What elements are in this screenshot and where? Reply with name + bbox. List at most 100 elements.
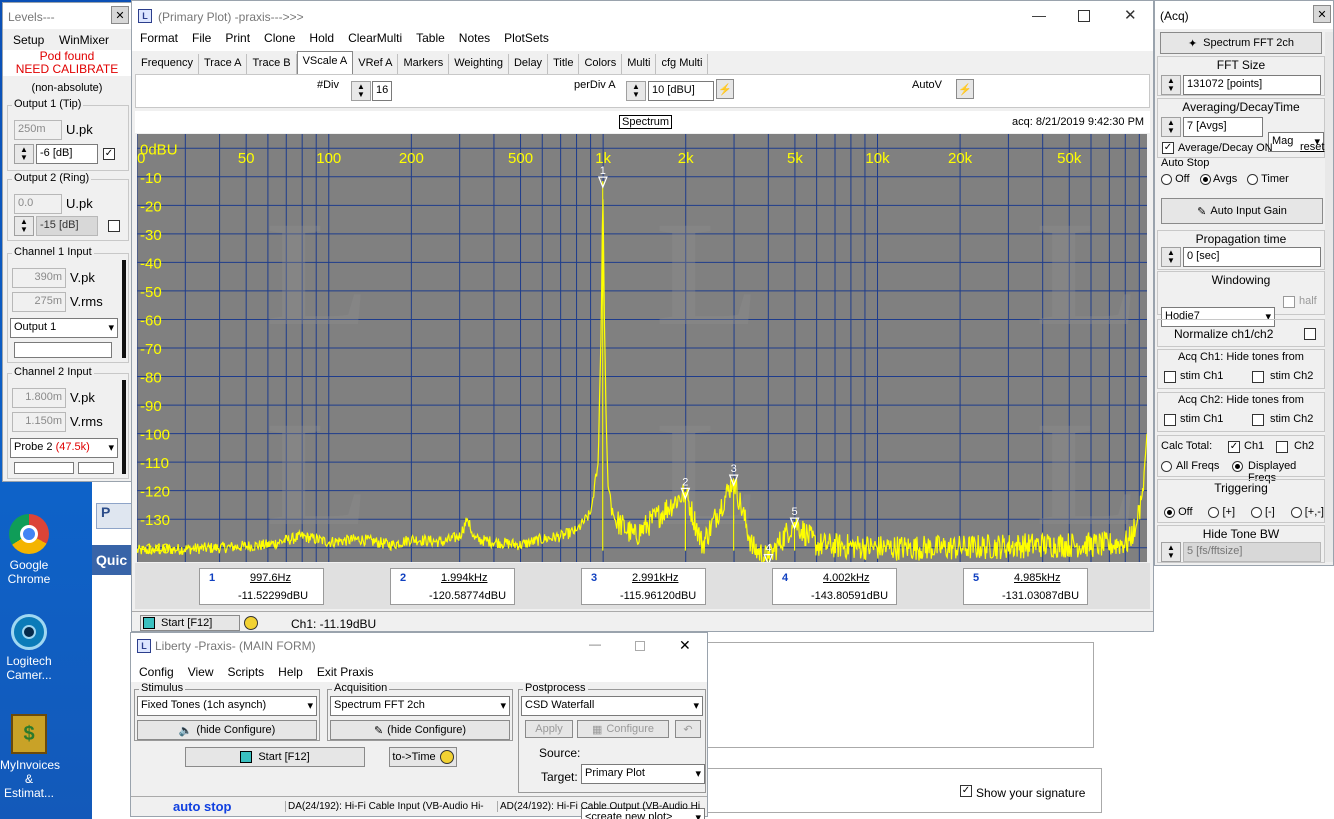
menu-notes[interactable]: Notes <box>459 31 490 51</box>
marker-readout-cell[interactable]: 4 4.002kHz -143.80591dBU <box>772 568 897 605</box>
perdiv-field[interactable]: 10 [dBU] <box>648 81 714 101</box>
marker-readout-cell[interactable]: 5 4.985kHz -131.03087dBU <box>963 568 1088 605</box>
menu-config[interactable]: Config <box>139 665 174 682</box>
fft-size-spinner[interactable]: ▲ ▼ <box>1161 75 1181 95</box>
acquisition-select[interactable]: Spectrum FFT 2ch <box>330 696 510 716</box>
hide-ch2-stim2-checkbox[interactable] <box>1252 414 1264 426</box>
prop-spinner[interactable]: ▲ ▼ <box>1161 247 1181 267</box>
output1-level-field[interactable]: -6 [dB] <box>36 144 98 164</box>
avg-on-checkbox[interactable]: ✓ <box>1162 142 1174 154</box>
start-button[interactable]: Start [F12] <box>140 615 240 631</box>
source-select[interactable]: Primary Plot <box>581 764 705 784</box>
avg-spinner[interactable]: ▲ ▼ <box>1161 117 1181 137</box>
marker-readout-cell[interactable]: 1 997.6Hz -11.52299dBU <box>199 568 324 605</box>
trigger-both-option[interactable]: [+,-] <box>1290 506 1324 518</box>
calc-ch1-checkbox[interactable]: ✓ <box>1228 441 1240 453</box>
background-textarea[interactable] <box>700 642 1094 748</box>
close-icon[interactable]: ✕ <box>111 6 129 24</box>
tab-vref-a[interactable]: VRef A <box>353 54 399 74</box>
menu-exit[interactable]: Exit Praxis <box>317 665 374 682</box>
reset-link[interactable]: reset <box>1300 141 1324 153</box>
maximize-icon[interactable] <box>1078 10 1090 22</box>
trigger-off-radio[interactable] <box>1164 506 1175 518</box>
all-freqs-radio[interactable] <box>1161 461 1172 472</box>
minimize-icon[interactable]: — <box>589 637 601 651</box>
hidebw-spinner[interactable]: ▲ ▼ <box>1161 542 1181 562</box>
tab-title[interactable]: Title <box>548 54 580 74</box>
perdiv-apply-button[interactable]: ⚡ <box>716 79 734 99</box>
tab-colors[interactable]: Colors <box>579 54 623 74</box>
marker-readout-cell[interactable]: 2 1.994kHz -120.58774dBU <box>390 568 515 605</box>
tab-frequency[interactable]: Frequency <box>136 54 199 74</box>
apply-button[interactable]: Apply <box>525 720 573 738</box>
autostop-timer-option[interactable]: Timer <box>1247 173 1289 185</box>
output1-spinner[interactable]: ▲ ▼ <box>14 144 34 164</box>
logitech-desktop-icon[interactable]: Logitech Camer... <box>0 612 58 694</box>
half-checkbox[interactable] <box>1283 296 1295 308</box>
maximize-icon[interactable] <box>635 641 645 651</box>
hidebw-field[interactable]: 5 [fs/fftsize] <box>1183 542 1321 562</box>
main-start-button[interactable]: Start [F12] <box>185 747 365 767</box>
configure-button[interactable]: ▦ Configure <box>577 720 669 738</box>
chrome-desktop-icon[interactable]: Google Chrome <box>0 512 58 594</box>
auto-input-gain-button[interactable]: ✎ Auto Input Gain <box>1161 198 1323 224</box>
menu-view[interactable]: View <box>188 665 214 682</box>
trigger-both-radio[interactable] <box>1290 506 1302 518</box>
ndiv-spinner[interactable]: ▲ ▼ <box>351 81 371 101</box>
tab-vscale-a[interactable]: VScale A <box>296 51 354 74</box>
myinvoices-desktop-icon[interactable]: $ MyInvoices & Estimat... <box>0 712 60 800</box>
spectrum-plot-svg[interactable]: LLLLLL20501002005001k2k5k10k20k50k0dBU-1… <box>137 134 1147 562</box>
spectrum-fft-button[interactable]: ✦ Spectrum FFT 2ch <box>1160 32 1322 54</box>
tab-trace-a[interactable]: Trace A <box>199 54 248 74</box>
minimize-icon[interactable]: — <box>1032 7 1046 23</box>
spectrum-chart[interactable]: LLLLLL20501002005001k2k5k10k20k50k0dBU-1… <box>137 134 1147 562</box>
tab-cfg-multi[interactable]: cfg Multi <box>656 54 709 74</box>
menu-plotsets[interactable]: PlotSets <box>504 31 549 51</box>
output2-spinner[interactable]: ▲ ▼ <box>14 216 34 236</box>
acquisition-hide-configure-button[interactable]: ✎ (hide Configure) <box>330 720 510 740</box>
avg-field[interactable]: 7 [Avgs] <box>1183 117 1263 137</box>
trigger-minus-option[interactable]: [-] <box>1250 506 1275 518</box>
autostop-avgs-option[interactable]: Avgs <box>1199 173 1237 185</box>
tab-delay[interactable]: Delay <box>509 54 549 74</box>
postprocess-select[interactable]: CSD Waterfall <box>521 696 703 716</box>
menu-format[interactable]: Format <box>140 31 178 51</box>
ndiv-field[interactable]: 16 <box>372 81 392 101</box>
trigger-plus-option[interactable]: [+] <box>1208 506 1235 518</box>
menu-file[interactable]: File <box>192 31 211 51</box>
autostop-off-radio[interactable] <box>1161 173 1172 185</box>
menu-help[interactable]: Help <box>278 665 303 682</box>
menu-scripts[interactable]: Scripts <box>227 665 264 682</box>
output2-enable-checkbox[interactable] <box>108 220 120 232</box>
tab-trace-b[interactable]: Trace B <box>247 54 297 74</box>
levels-menu-setup[interactable]: Setup <box>13 33 44 47</box>
close-icon[interactable]: ✕ <box>1313 5 1331 23</box>
trigger-minus-radio[interactable] <box>1250 506 1262 518</box>
stimulus-hide-configure-button[interactable]: 🔈 (hide Configure) <box>137 720 317 740</box>
tab-multi[interactable]: Multi <box>622 54 657 74</box>
output2-level-field[interactable]: -15 [dB] <box>36 216 98 236</box>
tab-weighting[interactable]: Weighting <box>449 54 509 74</box>
close-icon[interactable]: ✕ <box>1124 6 1137 24</box>
hide-ch2-stim1-checkbox[interactable] <box>1164 414 1176 426</box>
menu-print[interactable]: Print <box>225 31 250 51</box>
menu-clone[interactable]: Clone <box>264 31 295 51</box>
perdiv-spinner[interactable]: ▲ ▼ <box>626 81 646 101</box>
tab-markers[interactable]: Markers <box>398 54 450 74</box>
menu-table[interactable]: Table <box>416 31 445 51</box>
undo-button[interactable]: ↶ <box>675 720 701 738</box>
fft-size-field[interactable]: 131072 [points] <box>1183 75 1321 95</box>
acq-scrollbar[interactable] <box>1325 32 1333 562</box>
hide-ch1-stim2-checkbox[interactable] <box>1252 371 1264 383</box>
menu-hold[interactable]: Hold <box>309 31 334 51</box>
displayed-freqs-radio[interactable] <box>1232 461 1243 472</box>
trigger-off-option[interactable]: Off <box>1164 506 1193 518</box>
to-time-button[interactable]: to->Time <box>389 747 457 767</box>
autostop-timer-radio[interactable] <box>1247 173 1259 185</box>
hide-ch1-stim1-checkbox[interactable] <box>1164 371 1176 383</box>
close-icon[interactable]: ✕ <box>679 637 691 654</box>
calc-ch2-checkbox[interactable] <box>1276 441 1288 453</box>
output1-enable-checkbox[interactable]: ✓ <box>103 148 115 160</box>
show-signature-checkbox[interactable]: ✓ <box>960 785 972 797</box>
menu-clearmulti[interactable]: ClearMulti <box>348 31 402 51</box>
